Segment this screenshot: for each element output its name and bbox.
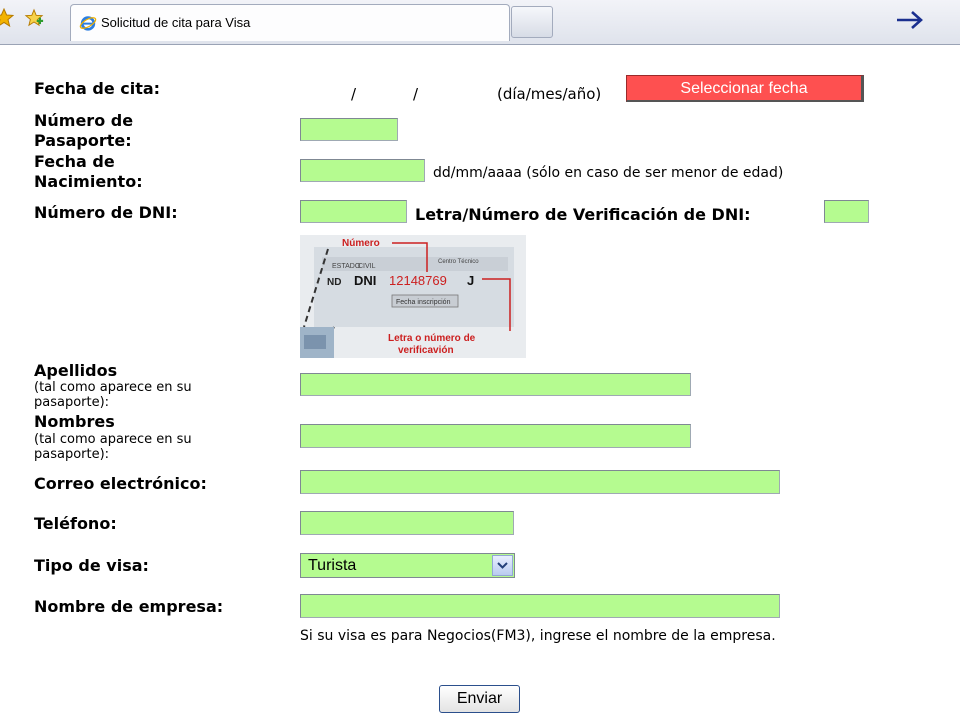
date-separator: /	[351, 85, 357, 103]
dni-text: DNI	[354, 273, 376, 288]
company-hint: Si su visa es para Negocios(FM3), ingres…	[300, 628, 776, 644]
tab-title: Solicitud de cita para Visa	[101, 15, 251, 30]
correo-label: Correo electrónico:	[34, 474, 207, 493]
email-input[interactable]	[300, 470, 780, 494]
select-date-button[interactable]: Seleccionar fecha	[626, 75, 864, 102]
nacimiento-label-line1: Fecha de	[34, 152, 115, 171]
fecha-cita-label: Fecha de cita:	[34, 79, 161, 98]
go-arrow-icon[interactable]	[895, 8, 925, 32]
birth-date-hint: dd/mm/aaaa (sólo en caso de ser menor de…	[433, 165, 784, 181]
favorites-star-icon[interactable]	[0, 8, 14, 28]
date-format-hint: (día/mes/año)	[497, 85, 602, 103]
caption-letra: Letra o número de	[388, 333, 476, 344]
phone-input[interactable]	[300, 511, 514, 535]
dni-letter-text: J	[467, 273, 474, 288]
visa-type-dropdown-button[interactable]	[492, 555, 513, 576]
company-name-input[interactable]	[300, 594, 780, 618]
active-tab[interactable]: Solicitud de cita para Visa	[70, 4, 510, 41]
tipo-visa-label: Tipo de visa:	[34, 556, 149, 575]
dni-example-image: ESTADO CIVIL Centro Técnico ND DNI 12148…	[300, 235, 526, 358]
pasaporte-label-line2: Pasaporte:	[34, 131, 132, 150]
card-field-estado: ESTADO	[332, 263, 361, 270]
card-field-civil: CIVIL	[358, 263, 376, 270]
dni-verification-input[interactable]	[824, 200, 869, 223]
nombres-sublabel-2: pasaporte):	[34, 447, 110, 462]
apellidos-label: Apellidos	[34, 361, 118, 380]
empresa-label: Nombre de empresa:	[34, 597, 224, 616]
nombres-input[interactable]	[300, 424, 691, 448]
birth-date-input[interactable]	[300, 159, 425, 182]
dni-number-input[interactable]	[300, 200, 407, 223]
caption-verificacion: verificavión	[398, 345, 454, 356]
new-tab-button[interactable]	[511, 6, 553, 38]
caption-numero: Número	[342, 238, 380, 249]
nombres-label: Nombres	[34, 412, 115, 431]
visa-type-select[interactable]: Turista	[300, 553, 515, 578]
apellidos-sublabel-2: pasaporte):	[34, 395, 110, 410]
apellidos-sublabel-1: (tal como aparece en su	[34, 380, 192, 395]
passport-number-input[interactable]	[300, 118, 398, 141]
dni-number-text: 12148769	[389, 273, 447, 288]
card-field-centro: Centro Técnico	[438, 259, 479, 265]
pasaporte-label: Número de Pasaporte:	[34, 111, 133, 151]
pasaporte-label-line1: Número de	[34, 111, 134, 130]
dni-verification-label: Letra/Número de Verificación de DNI:	[415, 205, 751, 224]
apellidos-input[interactable]	[300, 373, 691, 396]
telefono-label: Teléfono:	[34, 514, 117, 533]
dni-label: Número de DNI:	[34, 203, 178, 222]
nacimiento-label: Fecha de Nacimiento:	[34, 152, 143, 192]
submit-button[interactable]: Enviar	[439, 685, 520, 713]
add-favorite-icon[interactable]	[24, 8, 44, 28]
internet-explorer-icon	[79, 16, 97, 31]
card-left-text: ND	[327, 277, 341, 288]
chevron-down-icon	[497, 562, 508, 569]
visa-type-value: Turista	[308, 557, 357, 574]
nombres-sublabel-1: (tal como aparece en su	[34, 432, 192, 447]
nacimiento-label-line2: Nacimiento:	[34, 172, 143, 191]
date-separator: /	[413, 85, 419, 103]
browser-tab-bar: Solicitud de cita para Visa	[0, 0, 960, 45]
card-button-text: Fecha inscripción	[396, 299, 451, 306]
